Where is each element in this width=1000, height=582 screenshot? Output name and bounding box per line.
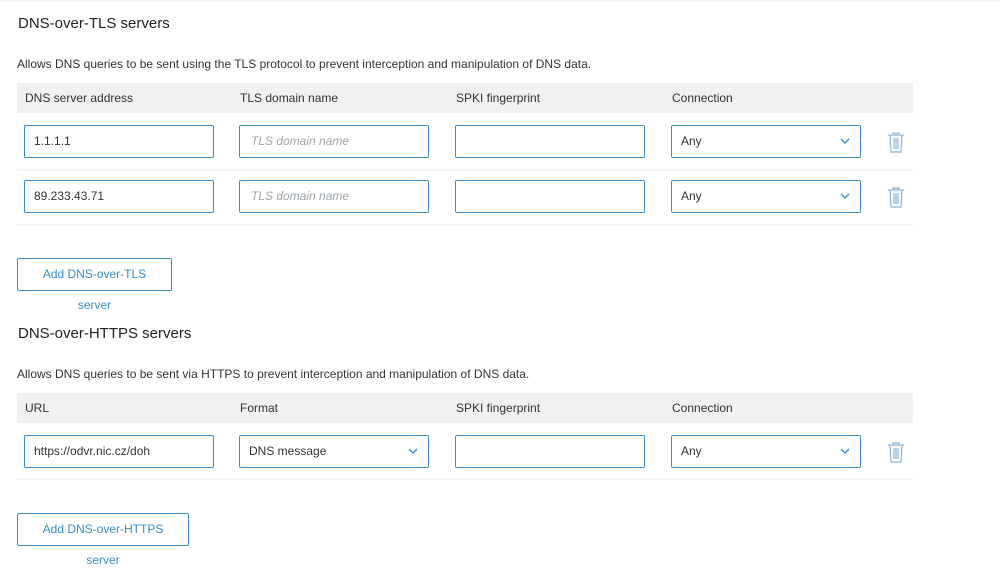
url-input[interactable]: https://odvr.nic.cz/doh <box>24 435 214 468</box>
spki-fingerprint-input[interactable] <box>455 125 645 158</box>
doh-section-description: Allows DNS queries to be sent via HTTPS … <box>17 367 530 381</box>
doh-section-title: DNS-over-HTTPS servers <box>18 325 192 342</box>
dot-table-header: DNS server address TLS domain name SPKI … <box>17 83 913 113</box>
col-dns-server-address: DNS server address <box>25 91 134 105</box>
trash-icon[interactable] <box>886 131 906 153</box>
chevron-down-icon <box>840 138 850 144</box>
col-connection: Connection <box>672 401 733 415</box>
col-url: URL <box>25 401 50 415</box>
tls-domain-name-input[interactable]: TLS domain name <box>239 125 429 158</box>
chevron-down-icon <box>408 448 418 454</box>
chevron-down-icon <box>840 448 850 454</box>
dot-section-description: Allows DNS queries to be sent using the … <box>17 57 592 71</box>
dot-server-row: 89.233.43.71 TLS domain name Any <box>17 170 913 225</box>
col-tls-domain-name: TLS domain name <box>240 91 339 105</box>
trash-icon[interactable] <box>886 441 906 463</box>
dns-over-https-section: DNS-over-HTTPS servers Allows DNS querie… <box>17 324 913 567</box>
col-spki-fingerprint: SPKI fingerprint <box>456 91 541 105</box>
top-divider <box>0 0 1000 2</box>
col-connection: Connection <box>672 91 733 105</box>
trash-icon[interactable] <box>886 186 906 208</box>
chevron-down-icon <box>840 193 850 199</box>
dot-section-title: DNS-over-TLS servers <box>18 15 170 32</box>
add-dns-over-tls-server-button[interactable]: Add DNS-over-TLS server <box>17 258 172 312</box>
format-select-value: DNS message <box>249 444 327 458</box>
doh-table-header: URL Format SPKI fingerprint Connection <box>17 393 913 423</box>
col-format: Format <box>240 401 279 415</box>
col-spki-fingerprint: SPKI fingerprint <box>456 401 541 415</box>
dns-server-address-input[interactable]: 1.1.1.1 <box>24 125 214 158</box>
connection-select[interactable]: Any <box>671 435 861 468</box>
doh-server-row: https://odvr.nic.cz/doh DNS message Any <box>17 425 913 480</box>
dot-server-row: 1.1.1.1 TLS domain name Any <box>17 115 913 170</box>
tls-domain-name-input[interactable]: TLS domain name <box>239 180 429 213</box>
dns-over-tls-section: DNS-over-TLS servers Allows DNS queries … <box>17 14 913 312</box>
dns-server-address-input[interactable]: 89.233.43.71 <box>24 180 214 213</box>
connection-select[interactable]: Any <box>671 180 861 213</box>
spki-fingerprint-input[interactable] <box>455 180 645 213</box>
connection-select-value: Any <box>681 444 702 458</box>
add-dns-over-https-server-button[interactable]: Add DNS-over-HTTPS server <box>17 513 189 567</box>
connection-select-value: Any <box>681 134 702 148</box>
spki-fingerprint-input[interactable] <box>455 435 645 468</box>
format-select[interactable]: DNS message <box>239 435 429 468</box>
connection-select[interactable]: Any <box>671 125 861 158</box>
connection-select-value: Any <box>681 189 702 203</box>
